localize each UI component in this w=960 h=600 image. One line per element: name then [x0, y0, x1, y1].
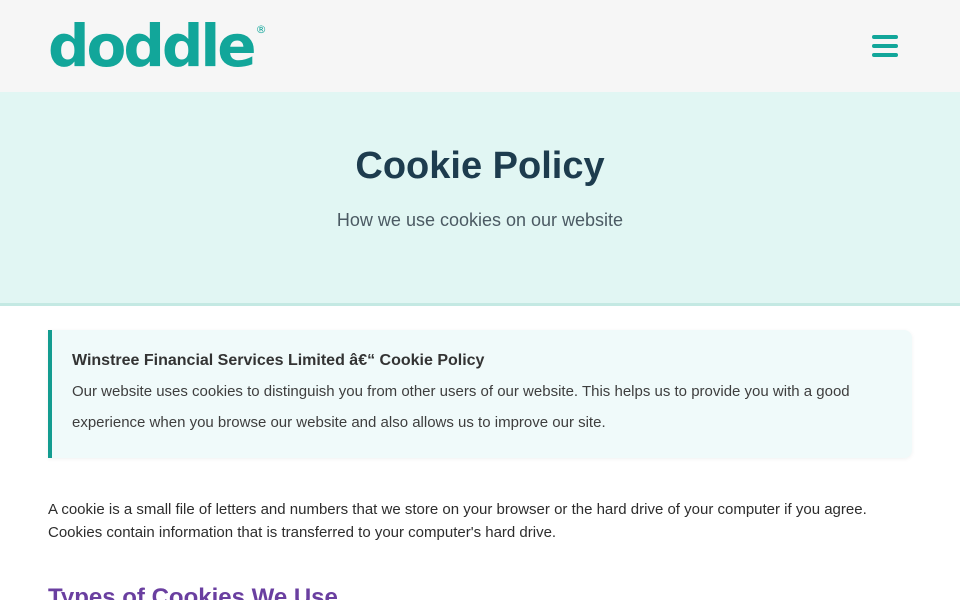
hamburger-menu-icon[interactable]	[872, 35, 898, 57]
notice-title: Winstree Financial Services Limited â€“ …	[72, 352, 485, 369]
registered-mark: ®	[255, 23, 267, 36]
page-title: Cookie Policy	[355, 145, 605, 187]
hero-banner: Cookie Policy How we use cookies on our …	[0, 92, 960, 306]
notice-body: Our website uses cookies to distinguish …	[72, 383, 850, 431]
policy-notice-box: Winstree Financial Services Limited â€“ …	[48, 330, 912, 458]
site-header: doddle ®	[0, 0, 960, 92]
main-content: Winstree Financial Services Limited â€“ …	[0, 306, 960, 600]
menu-bar	[872, 35, 898, 39]
intro-paragraph: A cookie is a small file of letters and …	[48, 501, 867, 541]
doddle-logo[interactable]: doddle ®	[48, 17, 267, 75]
section-heading: Types of Cookies We Use	[48, 584, 338, 600]
menu-bar	[872, 44, 898, 48]
logo-wordmark: doddle	[48, 12, 257, 80]
menu-bar	[872, 53, 898, 57]
page-subtitle: How we use cookies on our website	[336, 209, 624, 230]
